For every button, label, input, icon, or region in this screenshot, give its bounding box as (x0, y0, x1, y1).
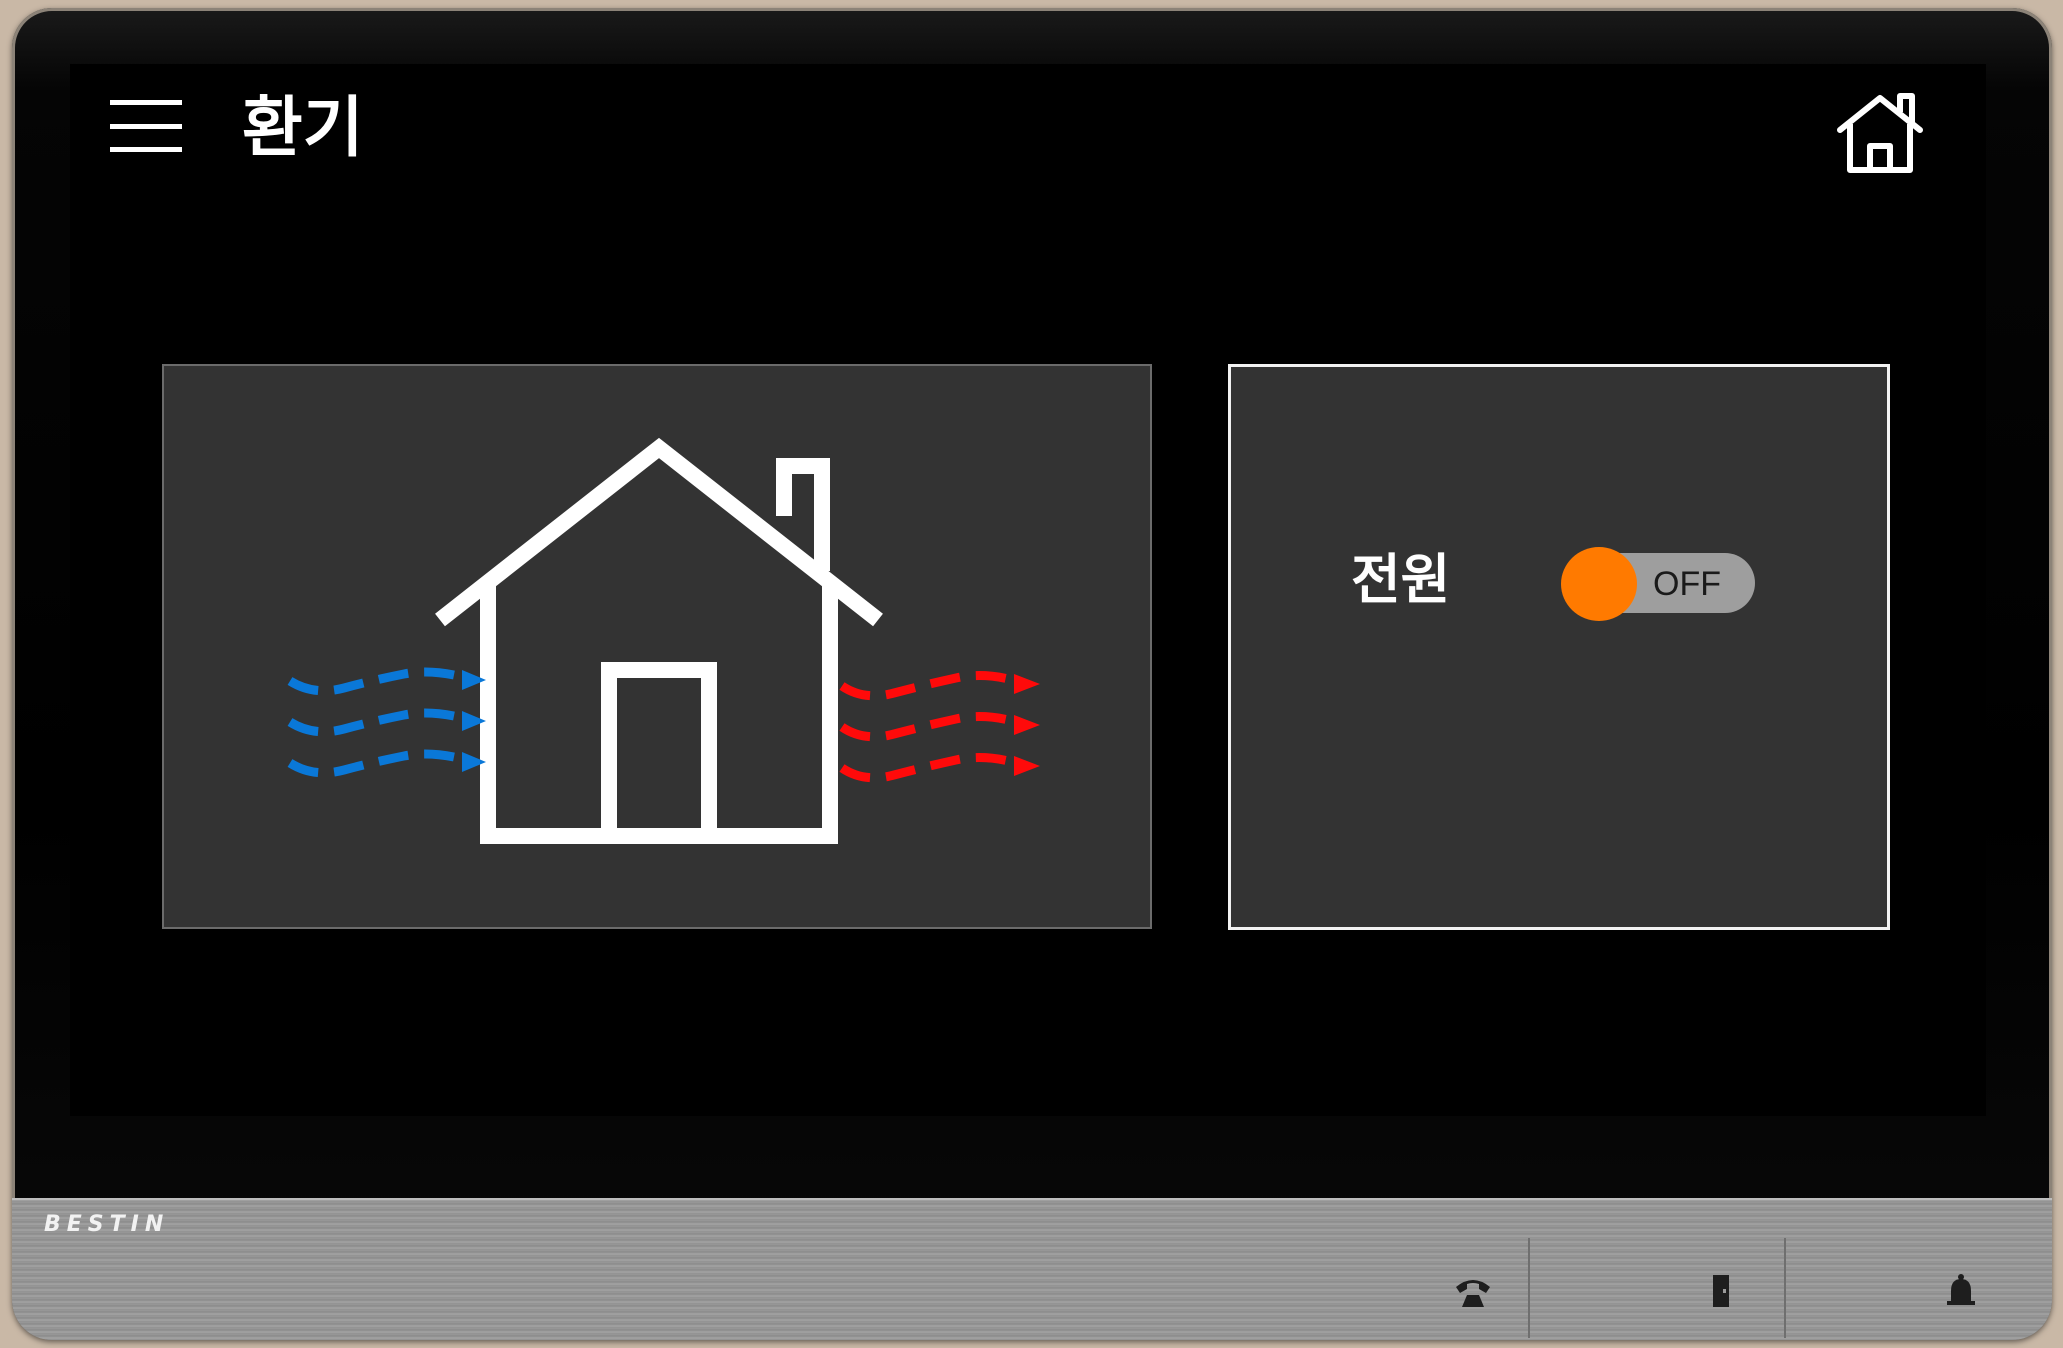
toggle-state-text: OFF (1653, 565, 1721, 603)
power-label: 전원 (1351, 548, 1451, 611)
inflow-arrows (287, 667, 486, 778)
hamburger-menu-icon[interactable] (110, 94, 182, 158)
ventilation-illustration-panel (162, 364, 1152, 929)
ventilation-illustration (287, 437, 1040, 844)
phone-icon[interactable] (1452, 1270, 1494, 1312)
home-icon[interactable] (1834, 92, 1926, 174)
toggle-knob (1561, 547, 1637, 621)
door-icon[interactable] (1700, 1270, 1742, 1312)
wall-pad-device: 환기 전원 OFF BESTIN (12, 8, 2052, 1340)
brand-logo: BESTIN (44, 1212, 170, 1237)
house-icon (435, 437, 883, 844)
touch-screen: 환기 전원 OFF (70, 64, 1986, 1116)
page-title: 환기 (242, 89, 364, 166)
power-control-panel: 전원 OFF (1228, 364, 1890, 930)
bezel-divider (1784, 1238, 1786, 1338)
bell-icon[interactable] (1940, 1270, 1982, 1312)
outflow-arrows (839, 671, 1040, 783)
power-toggle[interactable]: OFF (1561, 547, 1757, 621)
device-bottom-bezel: BESTIN (12, 1198, 2052, 1340)
bezel-divider (1528, 1238, 1530, 1338)
